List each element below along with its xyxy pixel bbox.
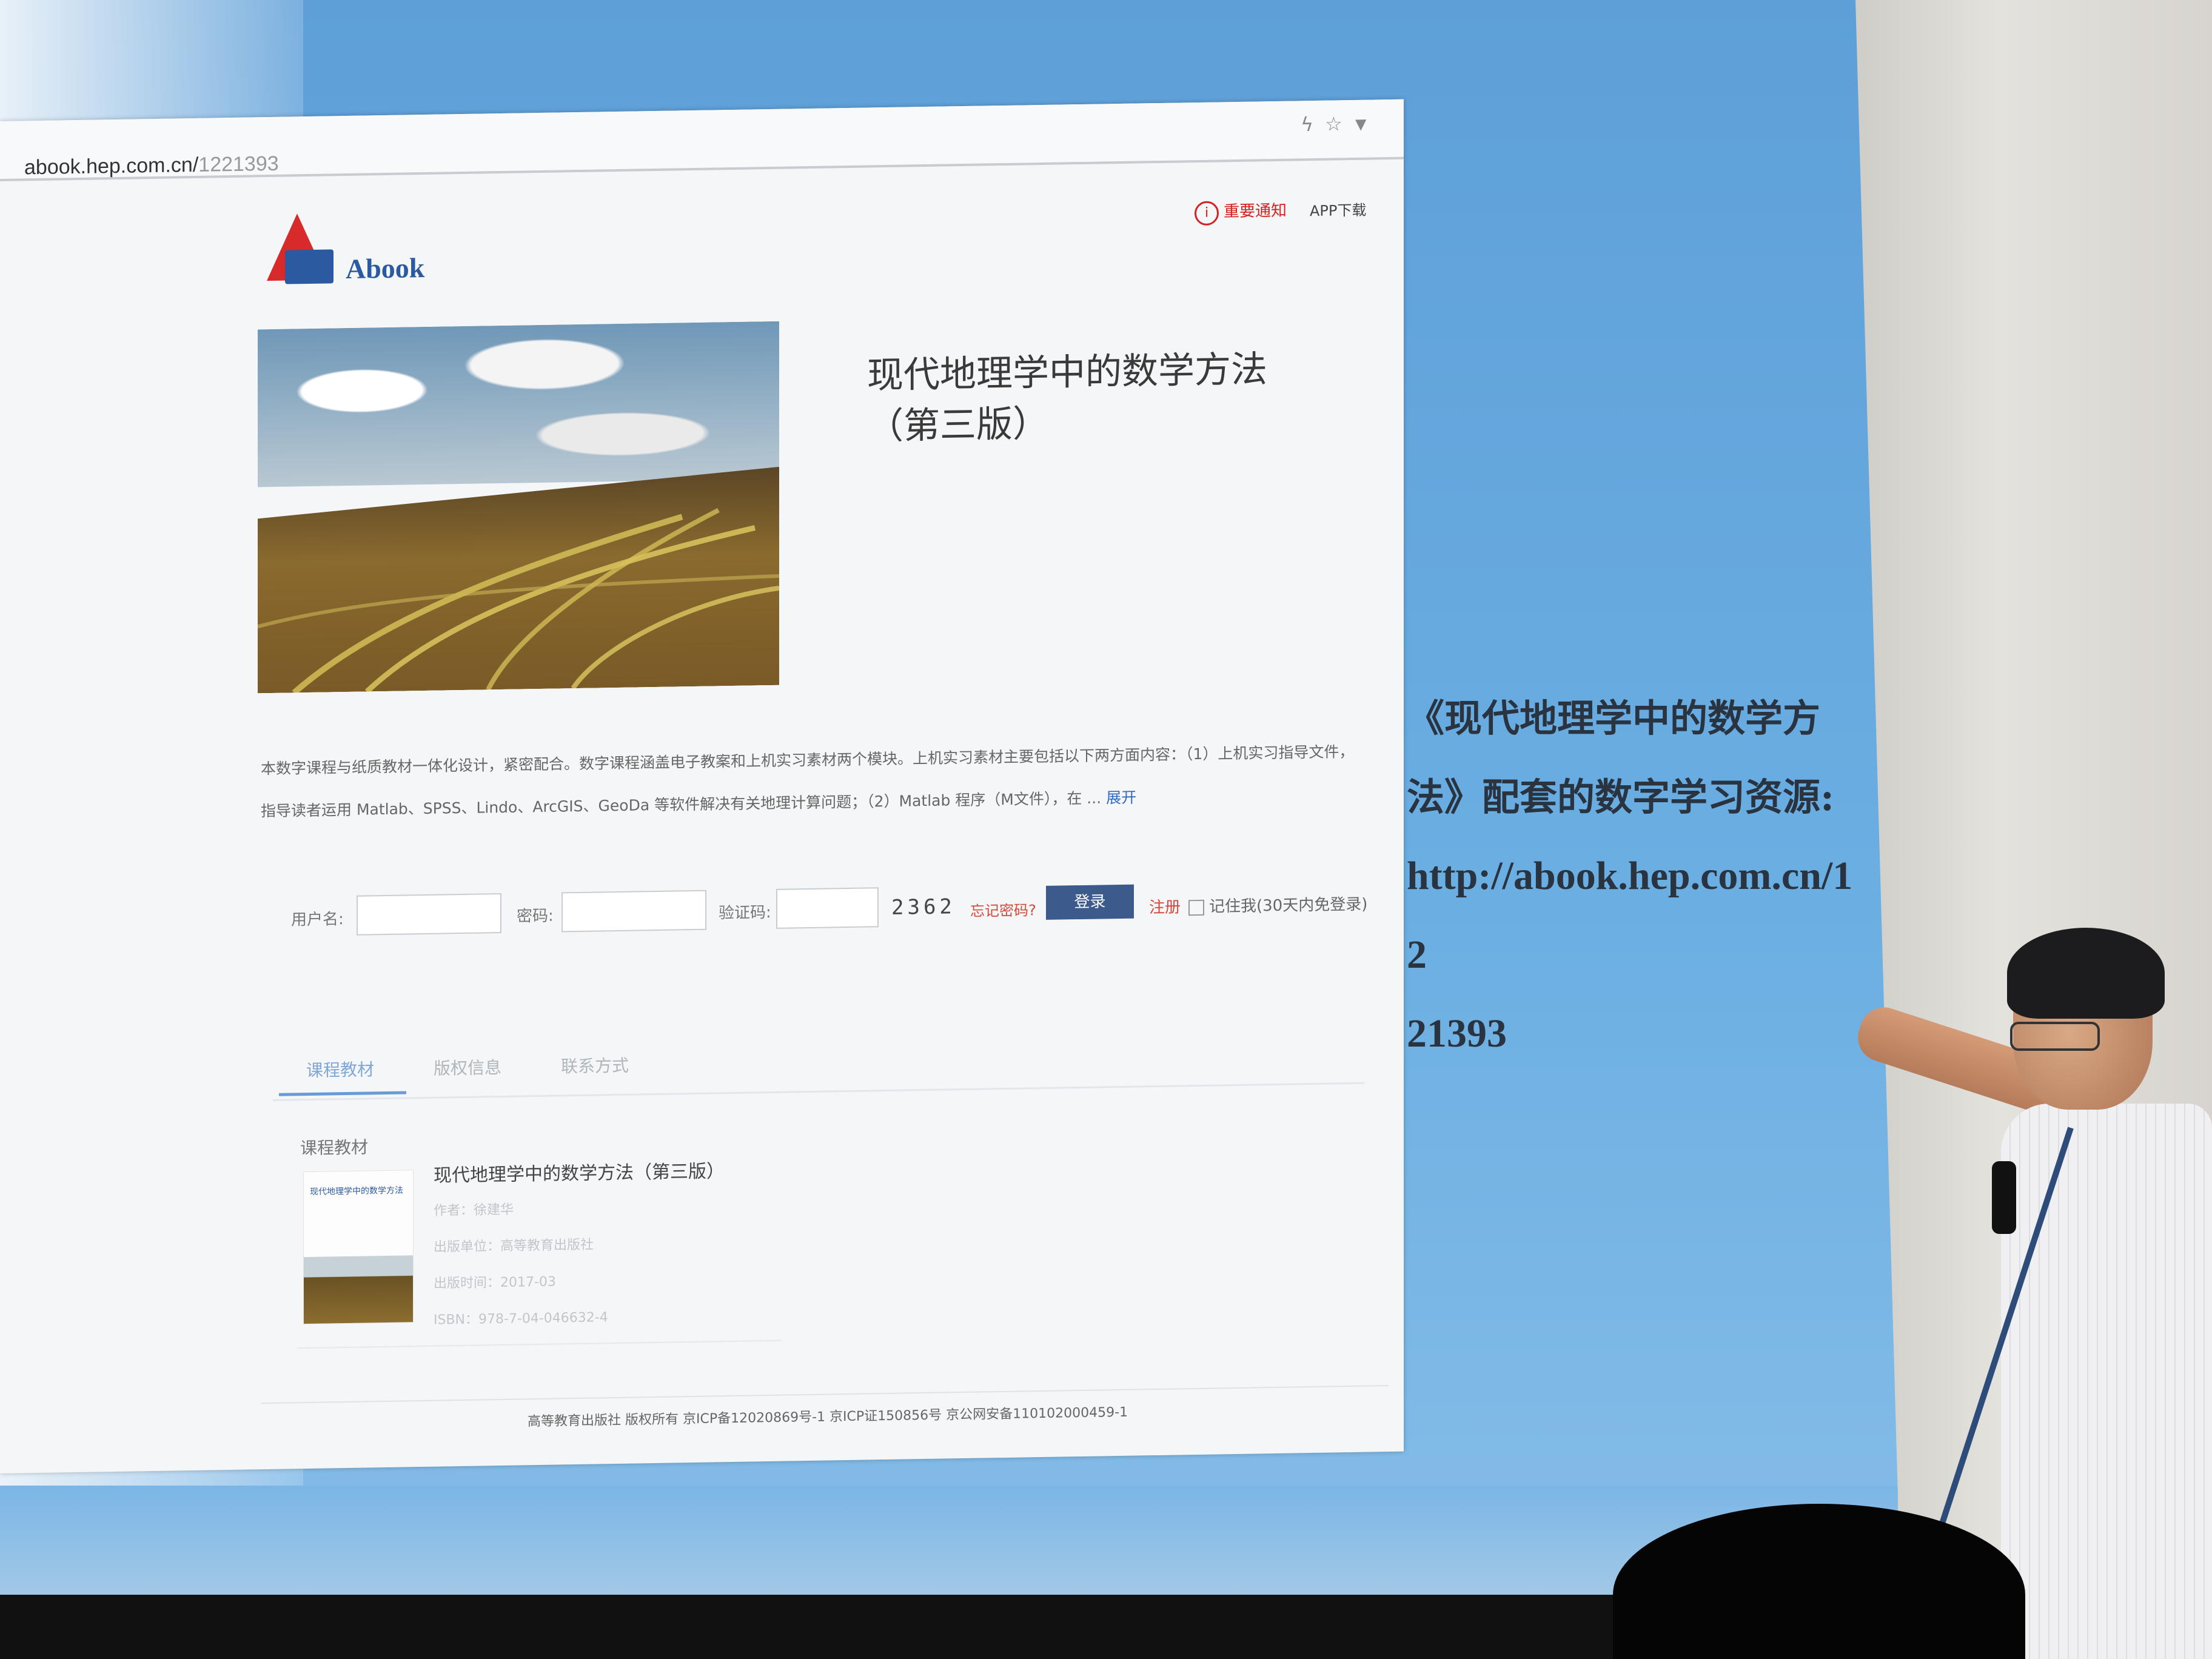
app-download-link[interactable]: APP下载 <box>1310 198 1366 220</box>
thumbnail-title: 现代地理学中的数学方法 <box>310 1185 403 1197</box>
browser-window-screenshot: abook.hep.com.cn/1221393 ϟ ☆ ▼ Abook i 重要… <box>0 99 1404 1474</box>
captcha-image[interactable]: 2362 <box>891 894 956 920</box>
glasses-icon <box>2010 1022 2100 1051</box>
cover-sky <box>258 321 779 488</box>
captcha-input[interactable] <box>776 887 879 929</box>
thumbnail-image <box>304 1255 413 1324</box>
captcha-label: 验证码: <box>719 903 771 923</box>
photo-scene: abook.hep.com.cn/1221393 ϟ ☆ ▼ Abook i 重要… <box>0 0 2212 1659</box>
intro-text: 本数字课程与纸质教材一体化设计，紧密配合。数字课程涵盖电子教案和上机实习素材两个… <box>261 742 1355 820</box>
slide-line-2: 法》配套的数字学习资源: <box>1407 775 1834 819</box>
login-button[interactable]: 登录 <box>1046 884 1134 920</box>
microphone-icon <box>1992 1161 2016 1234</box>
cover-tracks <box>258 508 779 694</box>
slide-url-line-2: 21393 <box>1407 1011 1507 1056</box>
chevron-down-icon[interactable]: ▼ <box>1355 116 1366 133</box>
notice-link[interactable]: i 重要通知 <box>1195 198 1287 226</box>
username-input[interactable] <box>357 893 501 936</box>
password-label: 密码: <box>517 907 554 926</box>
register-link[interactable]: 注册 <box>1149 894 1181 917</box>
book-title: 现代地理学中的数学方法（第三版） <box>867 348 1267 448</box>
username-label: 用户名: <box>291 910 344 930</box>
section-heading: 课程教材 <box>300 1137 369 1159</box>
course-thumbnail[interactable]: 现代地理学中的数学方法 <box>303 1170 414 1325</box>
flash-icon[interactable]: ϟ <box>1301 113 1313 136</box>
course-author: 作者：徐建华 <box>434 1202 514 1219</box>
course-item-title[interactable]: 现代地理学中的数学方法（第三版） <box>434 1156 725 1187</box>
course-isbn: ISBN：978-7-04-046632-4 <box>434 1310 608 1328</box>
password-input[interactable] <box>561 890 706 933</box>
forgot-password-link[interactable]: 忘记密码? <box>970 898 1036 920</box>
course-pub-date: 出版时间：2017-03 <box>434 1274 556 1292</box>
book-cover-image <box>258 321 779 694</box>
logo-book-icon <box>285 249 333 284</box>
remember-label: 记住我(30天内免登录) <box>1209 895 1368 916</box>
address-url[interactable]: abook.hep.com.cn/1221393 <box>24 152 279 180</box>
tab-copyright[interactable]: 版权信息 <box>434 1054 501 1080</box>
logo-text: Abook <box>346 252 425 285</box>
notice-label: 重要通知 <box>1224 201 1287 221</box>
book-intro: 本数字课程与纸质教材一体化设计，紧密配合。数字课程涵盖电子教案和上机实习素材两个… <box>261 731 1364 833</box>
divider <box>297 1339 782 1349</box>
course-publisher: 出版单位：高等教育出版社 <box>434 1237 594 1255</box>
tab-contact[interactable]: 联系方式 <box>561 1053 629 1078</box>
tab-course-materials[interactable]: 课程教材 <box>306 1056 374 1082</box>
presenter-shirt <box>2001 1104 2212 1659</box>
content-tabs: 课程教材 版权信息 联系方式 <box>273 1027 1364 1101</box>
checkbox-icon[interactable] <box>1188 899 1204 916</box>
login-form: 用户名: 密码: 验证码: 2362 忘记密码? 登录 注册 记住我(30天内免… <box>291 876 1395 942</box>
active-tab-indicator <box>279 1091 406 1096</box>
footer-text: 高等教育出版社 版权所有 京ICP备12020869号-1 京ICP证15085… <box>528 1404 1128 1430</box>
remember-me-checkbox[interactable]: 记住我(30天内免登录) <box>1188 892 1367 917</box>
abook-logo[interactable]: Abook <box>261 211 455 293</box>
footer-divider <box>261 1385 1389 1404</box>
star-icon[interactable]: ☆ <box>1325 112 1342 135</box>
projection-screen: abook.hep.com.cn/1221393 ϟ ☆ ▼ Abook i 重要… <box>0 0 1898 1610</box>
expand-link[interactable]: 展开 <box>1106 789 1136 807</box>
presenter-hair <box>2007 928 2165 1019</box>
info-icon: i <box>1195 201 1219 226</box>
slide-line-1: 《现代地理学中的数学方 <box>1407 696 1821 740</box>
slide-caption: 《现代地理学中的数学方 法》配套的数字学习资源: http://abook.he… <box>1407 679 1868 1073</box>
slide-url-line-1: http://abook.hep.com.cn/12 <box>1407 854 1853 977</box>
